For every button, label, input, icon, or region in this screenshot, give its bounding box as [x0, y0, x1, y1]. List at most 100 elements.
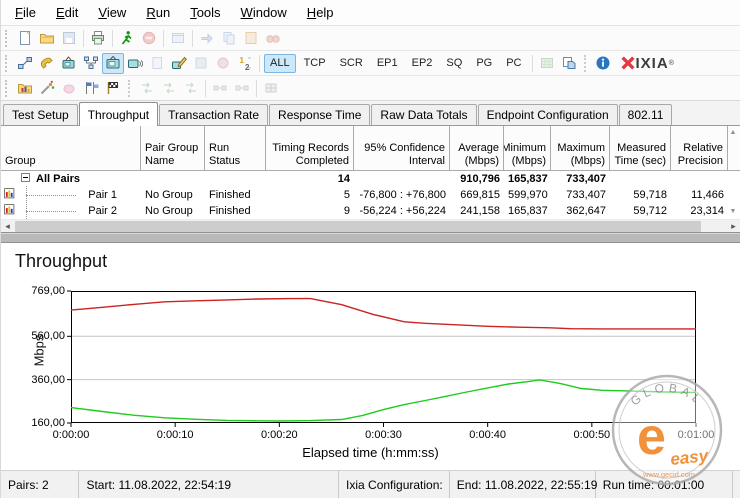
- chart-x-axis-label: Elapsed time (h:mm:ss): [302, 445, 439, 460]
- edit-pair-button[interactable]: [168, 53, 190, 74]
- tab-throughput[interactable]: Throughput: [78, 102, 159, 126]
- scrollbar-thumb[interactable]: [15, 221, 701, 232]
- menu-tools[interactable]: Tools: [180, 1, 230, 24]
- tab-transaction-rate[interactable]: Transaction Rate: [159, 104, 269, 125]
- analyze-wand-icon: [40, 80, 55, 95]
- group-cell: All Pairs: [1, 171, 141, 187]
- status-section-5: Run time: 00:01:00: [596, 471, 733, 498]
- pair-flags-button[interactable]: [80, 78, 102, 99]
- scroll-up-arrow[interactable]: ▲: [728, 129, 738, 136]
- tab-raw-data-totals[interactable]: Raw Data Totals: [371, 104, 477, 125]
- column-header-measured-time-sec-[interactable]: Measured Time (sec): [610, 126, 671, 170]
- view-multicast-streams-button[interactable]: [124, 53, 146, 74]
- menu-edit[interactable]: Edit: [46, 1, 88, 24]
- tab-response-time[interactable]: Response Time: [269, 104, 371, 125]
- scroll-right-arrow[interactable]: ▸: [727, 220, 740, 233]
- add-multicast-group-button[interactable]: [58, 53, 80, 74]
- column-header-relative-precision[interactable]: Relative Precision: [671, 126, 728, 170]
- menu-view[interactable]: View: [88, 1, 136, 24]
- voip-phone-icon: [40, 57, 53, 69]
- column-header-pair-group-name[interactable]: Pair Group Name: [141, 126, 205, 170]
- cell-average-mbps-: 241,158: [460, 205, 500, 217]
- column-header-maximum-mbps-[interactable]: Maximum (Mbps): [551, 126, 610, 170]
- x-tick-label: 0:00:20: [260, 429, 298, 441]
- filter-all-button[interactable]: ALL: [264, 53, 296, 73]
- column-header-timing-records-completed[interactable]: Timing Records Completed: [266, 126, 354, 170]
- filter-pc-button[interactable]: PC: [500, 54, 527, 73]
- swap-all-button: [158, 78, 180, 99]
- filter-pg-button[interactable]: PG: [470, 54, 498, 73]
- tab-endpoint-configuration[interactable]: Endpoint Configuration: [477, 104, 618, 125]
- table-row-pair-1[interactable]: Pair 1 No Group Finished 5 -76,800 : +76,800…: [1, 187, 740, 203]
- cell-maximum-mbps-: 733,407: [566, 173, 606, 185]
- stop-test-button: [138, 28, 160, 49]
- cell-relative-precision: 23,314: [690, 205, 724, 217]
- info-icon: [596, 56, 609, 70]
- renumber-pairs-button[interactable]: 12: [234, 53, 256, 74]
- view-endpoint-pairs-button[interactable]: [102, 52, 124, 74]
- grid-header: Group Pair Group Name Run Status Timing Rec…: [1, 126, 740, 171]
- new-doc-icon: [20, 31, 30, 45]
- swap-arrows-icon: [164, 82, 174, 94]
- pane-splitter[interactable]: [1, 232, 740, 243]
- ixia-logo: IXIA: [635, 54, 669, 72]
- scroll-left-arrow[interactable]: ◂: [1, 220, 14, 233]
- filter-tcp-button[interactable]: TCP: [298, 54, 332, 73]
- column-header-run-status[interactable]: Run Status: [205, 126, 266, 170]
- delete-pair-icon: [217, 57, 229, 69]
- status-section-3: Ixia Configuration:: [339, 471, 450, 498]
- column-header-average-mbps-[interactable]: Average (Mbps): [450, 126, 504, 170]
- run-test-button[interactable]: [116, 28, 138, 49]
- new-test-button[interactable]: [14, 28, 36, 49]
- toolbar-results: [1, 76, 740, 101]
- export-results-button[interactable]: [558, 53, 580, 74]
- open-results-button[interactable]: [14, 78, 36, 99]
- horizontal-scrollbar[interactable]: ◂ ▸: [1, 219, 740, 232]
- copy-button: [218, 28, 240, 49]
- toolbar-grip: [5, 79, 11, 97]
- pair-link-gray-icon: [235, 85, 249, 91]
- chart-panel: Throughput Mbps 769,00 560,00 360,00 160,00…: [1, 243, 740, 470]
- menu-file[interactable]: File: [5, 1, 46, 24]
- reverse-pairs-button: [180, 78, 202, 99]
- cell-timing-records-completed: 9: [343, 205, 350, 217]
- about-info-button[interactable]: [592, 53, 614, 74]
- table-row-all-pairs[interactable]: All Pairs 14 910,796 165,837 733,407: [1, 171, 740, 187]
- svg-text:1: 1: [240, 56, 245, 65]
- scroll-down-arrow[interactable]: ▼: [728, 208, 738, 215]
- filter-scr-button[interactable]: SCR: [334, 54, 369, 73]
- plot-border: [71, 291, 696, 423]
- finish-flag-button[interactable]: [102, 78, 124, 99]
- menu-help[interactable]: Help: [297, 1, 344, 24]
- table-row-pair-2[interactable]: Pair 2 No Group Finished 9 -56,224 : +56,224…: [1, 203, 740, 219]
- filter-sq-button[interactable]: SQ: [440, 54, 468, 73]
- tab-test-setup[interactable]: Test Setup: [3, 104, 78, 125]
- compare-results-button: [58, 78, 80, 99]
- cell-relative-precision: 11,466: [691, 189, 724, 201]
- x-tick-label: 0:00:00: [52, 429, 90, 441]
- menu-window[interactable]: Window: [231, 1, 297, 24]
- column-header-minimum-mbps-[interactable]: Minimum (Mbps): [504, 126, 551, 170]
- swap-arrows-icon: [142, 82, 152, 94]
- tree-expander-icon[interactable]: [21, 173, 30, 182]
- open-test-button[interactable]: [36, 28, 58, 49]
- filter-ep1-button[interactable]: EP1: [371, 54, 404, 73]
- print-button[interactable]: [87, 28, 109, 49]
- add-hardware-pairs-button[interactable]: [80, 53, 102, 74]
- column-header-95-confidence-interval[interactable]: 95% Confidence Interval: [354, 126, 450, 170]
- analyze-results-button[interactable]: [36, 78, 58, 99]
- add-voip-pair-button[interactable]: [36, 53, 58, 74]
- menu-run[interactable]: Run: [136, 1, 180, 24]
- y-tick-label: 769,00: [31, 285, 65, 297]
- column-header-group[interactable]: Group: [1, 126, 141, 170]
- filter-ep2-button[interactable]: EP2: [406, 54, 439, 73]
- cell-minimum-mbps-: 599,970: [508, 189, 548, 201]
- cell-95-confidence-interval: -76,800 : +76,800: [359, 189, 446, 201]
- ixchariot-window: { "menu": { "items": ["File", "Edit", "V…: [0, 0, 740, 498]
- results-folder-icon: [18, 84, 32, 94]
- add-pair-button[interactable]: [14, 53, 36, 74]
- x-tick-label: 0:01:00: [677, 429, 715, 441]
- tab-802-11[interactable]: 802.11: [618, 104, 673, 125]
- pair-link-gray-icon: [213, 85, 227, 91]
- cell-minimum-mbps-: 165,837: [508, 205, 548, 217]
